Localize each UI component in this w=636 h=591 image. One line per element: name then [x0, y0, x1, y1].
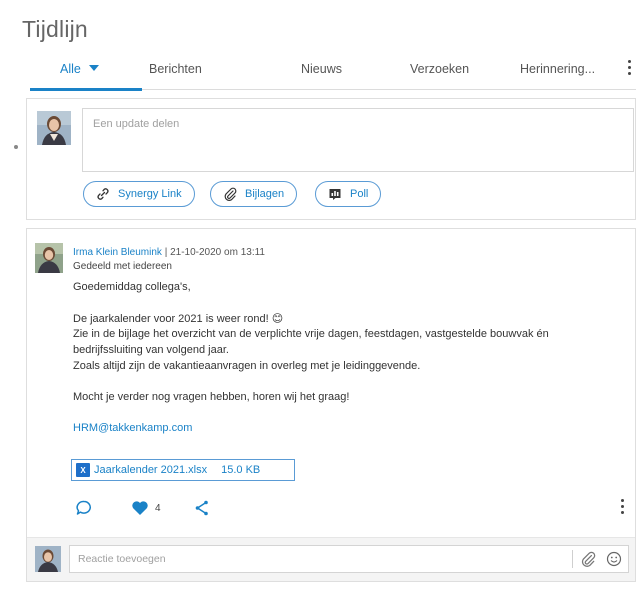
chevron-down-icon	[88, 65, 99, 71]
update-composer: Synergy Link Bijlagen Poll	[26, 98, 636, 220]
comment-area	[27, 537, 635, 581]
active-tab-indicator	[30, 88, 142, 91]
more-vertical-icon[interactable]	[617, 499, 627, 517]
poll-button[interactable]: Poll	[315, 181, 382, 207]
update-input-box[interactable]	[82, 108, 634, 172]
post-body-line: Zie in de bijlage het overzicht van de v…	[73, 328, 549, 340]
paperclip-icon[interactable]	[580, 551, 596, 572]
tab-nieuws[interactable]: Nieuws	[301, 62, 342, 76]
update-input[interactable]	[83, 109, 633, 139]
header-separator: |	[164, 247, 168, 258]
comment-icon[interactable]	[75, 499, 93, 522]
post-body-line: Mocht je verder nog vragen hebben, horen…	[73, 391, 350, 403]
share-icon[interactable]	[193, 499, 211, 522]
avatar	[37, 111, 71, 145]
tab-herinneringen[interactable]: Herinnering...	[520, 62, 595, 76]
tab-label: Alle	[60, 62, 81, 76]
poll-icon	[328, 187, 342, 201]
timeline-post: Irma Klein Bleumink | 21-10-2020 om 13:1…	[26, 228, 636, 582]
more-vertical-icon[interactable]	[624, 60, 634, 78]
attachment-name: Jaarkalender 2021.xlsx	[94, 464, 208, 476]
link-icon	[96, 187, 110, 201]
paperclip-icon	[223, 187, 237, 201]
bijlagen-label: Bijlagen	[245, 188, 285, 200]
post-timestamp: 21-10-2020 om 13:11	[170, 247, 265, 258]
synergy-link-label: Synergy Link	[118, 188, 182, 200]
smiley-icon[interactable]	[606, 551, 622, 572]
heart-icon[interactable]	[131, 500, 149, 521]
poll-label: Poll	[350, 188, 369, 200]
avatar	[35, 546, 61, 572]
synergy-link-button[interactable]: Synergy Link	[83, 181, 195, 207]
comment-input[interactable]	[70, 546, 550, 572]
tab-bar: Alle Berichten Nieuws Verzoeken Herinner…	[30, 58, 636, 91]
comment-input-box[interactable]	[69, 545, 629, 573]
decorative-dot	[14, 145, 18, 149]
post-header: Irma Klein Bleumink | 21-10-2020 om 13:1…	[73, 247, 265, 258]
tab-berichten[interactable]: Berichten	[149, 62, 202, 76]
post-body-line: De jaarkalender voor 2021 is weer rond! …	[73, 313, 284, 325]
post-body-line: Goedemiddag collega's,	[73, 281, 191, 293]
excel-file-icon: X	[76, 463, 90, 477]
tab-alle[interactable]: Alle	[60, 62, 99, 76]
attachment-file[interactable]: X Jaarkalender 2021.xlsx 15.0 KB	[71, 459, 295, 481]
post-body-line: Zoals altijd zijn de vakantieaanvragen i…	[73, 360, 421, 372]
bijlagen-button[interactable]: Bijlagen	[210, 181, 298, 207]
like-count: 4	[155, 503, 161, 514]
divider	[572, 550, 573, 568]
email-link[interactable]: HRM@takkenkamp.com	[73, 422, 192, 434]
page-title: Tijdlijn	[22, 16, 88, 42]
post-body-line: bedrijfssluiting van volgend jaar.	[73, 344, 229, 356]
tab-verzoeken[interactable]: Verzoeken	[410, 62, 469, 76]
author-link[interactable]: Irma Klein Bleumink	[73, 247, 162, 258]
shared-with-label: Gedeeld met iedereen	[73, 261, 172, 272]
attachment-size: 15.0 KB	[221, 464, 261, 476]
avatar	[35, 243, 63, 273]
